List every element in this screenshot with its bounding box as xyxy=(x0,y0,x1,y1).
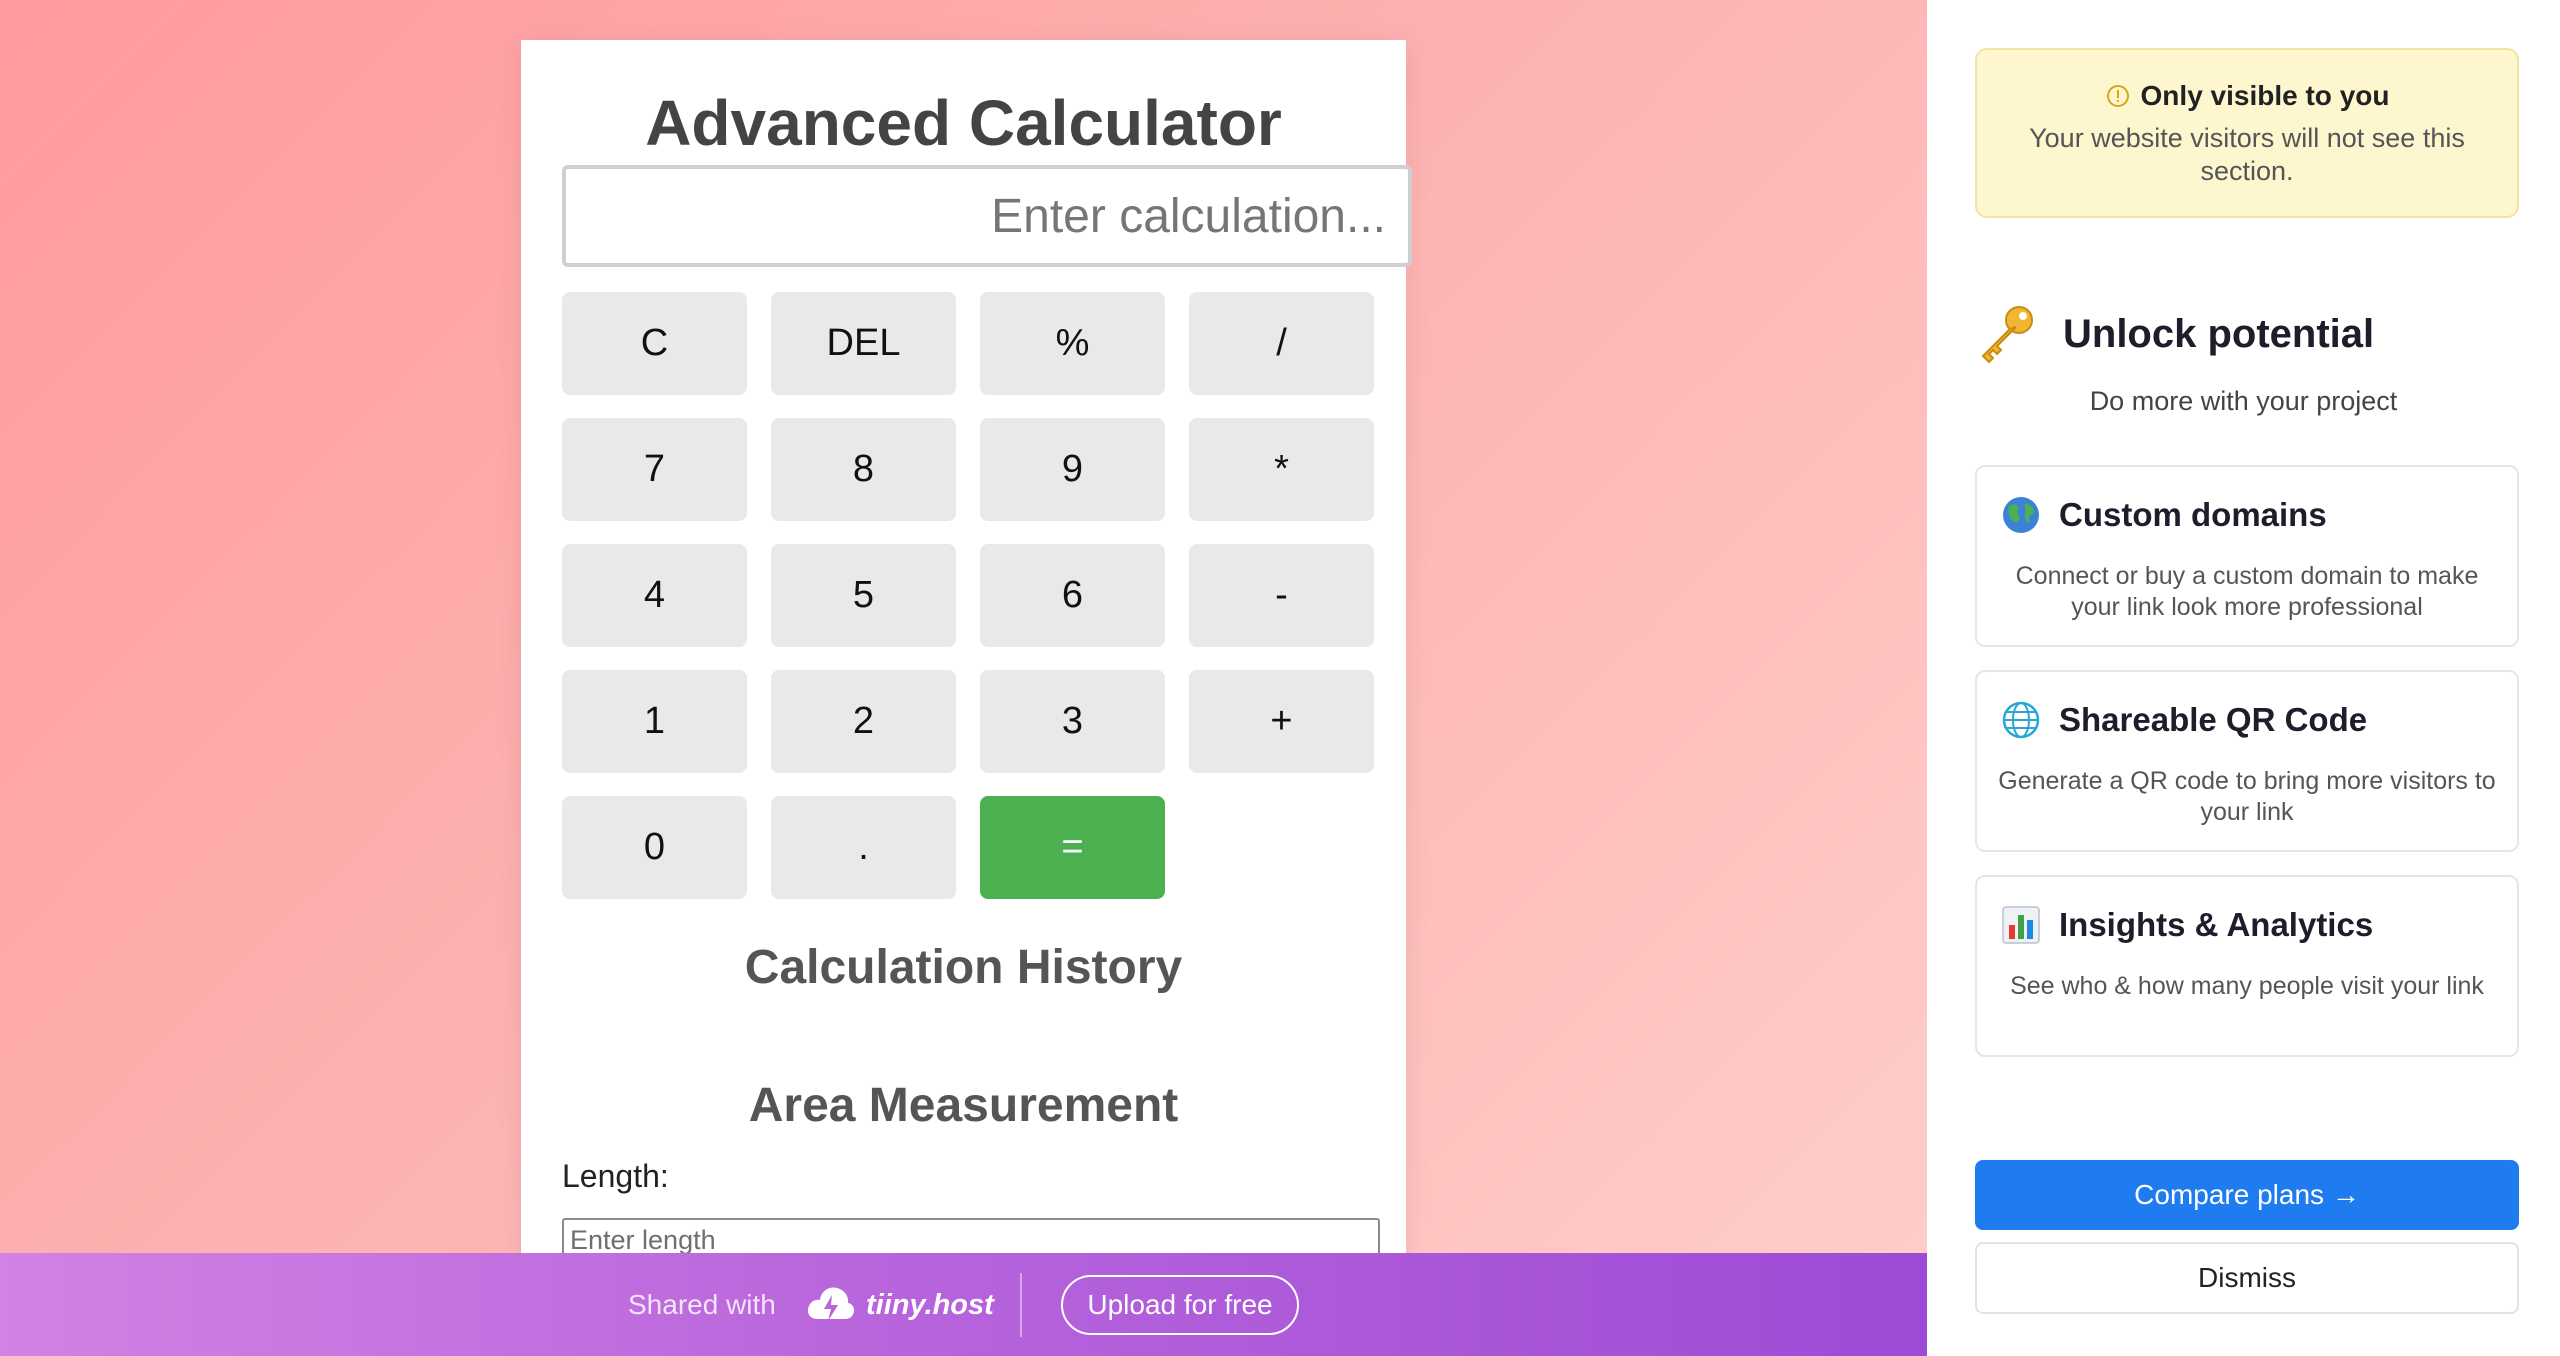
bar-chart-icon xyxy=(2002,906,2040,944)
digit-6-button[interactable]: 6 xyxy=(980,544,1165,647)
info-circle-icon xyxy=(2106,85,2129,107)
multiply-button[interactable]: * xyxy=(1189,418,1374,521)
globe-grid-icon xyxy=(2002,701,2040,739)
calculation-input[interactable] xyxy=(562,165,1412,267)
percent-button[interactable]: % xyxy=(980,292,1165,395)
cloud-bolt-icon xyxy=(807,1287,855,1321)
calculator-card: Advanced Calculator C DEL % / 7 8 9 * 4 … xyxy=(521,40,1412,1356)
digit-1-button[interactable]: 1 xyxy=(562,670,747,773)
feature-description: Generate a QR code to bring more visitor… xyxy=(1998,767,2496,826)
feature-title: Custom domains xyxy=(2059,496,2327,533)
length-label: Length: xyxy=(562,1158,669,1194)
digit-2-button[interactable]: 2 xyxy=(771,670,956,773)
feature-title: Shareable QR Code xyxy=(2059,701,2368,738)
upload-button[interactable]: Upload for free xyxy=(1061,1275,1299,1335)
shared-with-label: Shared with xyxy=(628,1289,776,1320)
banner-divider xyxy=(1020,1273,1022,1337)
feature-card-qr-code[interactable]: Shareable QR Code Generate a QR code to … xyxy=(1975,670,2519,852)
visibility-notice: Only visible to you Your website visitor… xyxy=(1975,48,2519,218)
globe-earth-icon xyxy=(2003,497,2039,533)
divide-button[interactable]: / xyxy=(1189,292,1374,395)
calculator-title: Advanced Calculator xyxy=(645,87,1282,159)
equals-button[interactable]: = xyxy=(980,796,1165,899)
digit-4-button[interactable]: 4 xyxy=(562,544,747,647)
page-background: Advanced Calculator C DEL % / 7 8 9 * 4 … xyxy=(0,0,1927,1356)
feature-header: Insights & Analytics xyxy=(2001,905,2373,945)
digit-0-button[interactable]: 0 xyxy=(562,796,747,899)
notice-text: Your website visitors will not see this … xyxy=(2029,123,2465,186)
unlock-header: Unlock potential xyxy=(1975,302,2374,366)
digit-3-button[interactable]: 3 xyxy=(980,670,1165,773)
add-button[interactable]: + xyxy=(1189,670,1374,773)
unlock-title: Unlock potential xyxy=(2063,311,2375,356)
feature-card-analytics[interactable]: Insights & Analytics See who & how many … xyxy=(1975,875,2519,1057)
digit-7-button[interactable]: 7 xyxy=(562,418,747,521)
feature-description: Connect or buy a custom domain to make y… xyxy=(2015,562,2479,621)
area-heading: Area Measurement xyxy=(748,1079,1179,1132)
feature-description: See who & how many people visit your lin… xyxy=(2010,972,2484,1000)
feature-card-custom-domains[interactable]: Custom domains Connect or buy a custom d… xyxy=(1975,465,2519,647)
notice-header: Only visible to you xyxy=(1977,80,2517,112)
decimal-button[interactable]: . xyxy=(771,796,956,899)
sidebar: Only visible to you Your website visitor… xyxy=(1927,0,2560,1356)
compare-plans-button[interactable]: Compare plans → xyxy=(1975,1160,2519,1230)
digit-8-button[interactable]: 8 xyxy=(771,418,956,521)
brand-name[interactable]: tiiny.host xyxy=(866,1289,994,1322)
clear-button[interactable]: C xyxy=(562,292,747,395)
dismiss-button[interactable]: Dismiss xyxy=(1975,1242,2519,1314)
delete-button[interactable]: DEL xyxy=(771,292,956,395)
key-icon xyxy=(1981,306,2033,364)
digit-5-button[interactable]: 5 xyxy=(771,544,956,647)
history-heading: Calculation History xyxy=(744,941,1183,994)
feature-header: Shareable QR Code xyxy=(2001,700,2367,740)
feature-header: Custom domains xyxy=(2001,495,2327,535)
digit-9-button[interactable]: 9 xyxy=(980,418,1165,521)
feature-title: Insights & Analytics xyxy=(2059,906,2374,943)
shared-banner: Shared with tiiny.host Upload for free xyxy=(0,1253,1927,1356)
unlock-subtitle: Do more with your project xyxy=(2089,386,2398,416)
notice-title: Only visible to you xyxy=(2140,80,2390,111)
subtract-button[interactable]: - xyxy=(1189,544,1374,647)
